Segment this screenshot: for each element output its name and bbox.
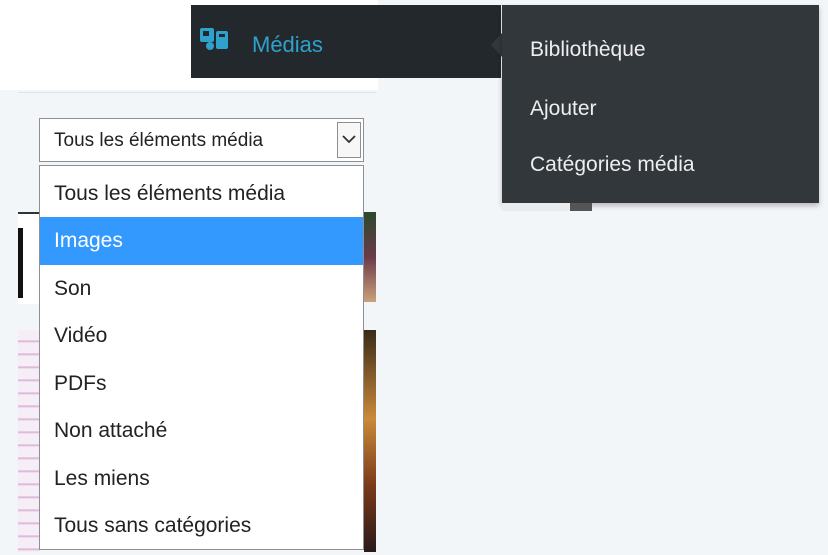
option-audio[interactable]: Son — [40, 265, 363, 313]
option-mine[interactable]: Les miens — [40, 455, 363, 503]
chevron-down-icon — [342, 135, 356, 144]
submenu-item-add[interactable]: Ajouter — [530, 97, 597, 121]
submenu-item-media-categories[interactable]: Catégories média — [530, 153, 695, 177]
media-thumbnail[interactable] — [18, 228, 23, 298]
option-uncategorized[interactable]: Tous sans catégories — [40, 502, 363, 550]
media-thumbnail[interactable] — [364, 212, 376, 302]
admin-submenu: Bibliothèque Ajouter Catégories média — [502, 5, 819, 203]
option-all-media[interactable]: Tous les éléments média — [40, 170, 363, 218]
select-dropdown-button[interactable] — [337, 122, 361, 158]
option-unattached[interactable]: Non attaché — [40, 407, 363, 455]
submenu-item-library[interactable]: Bibliothèque — [530, 38, 646, 62]
media-icon — [200, 27, 230, 51]
media-thumbnail[interactable] — [364, 330, 376, 552]
option-video[interactable]: Vidéo — [40, 312, 363, 360]
option-images[interactable]: Images — [40, 217, 363, 265]
media-thumbnail[interactable] — [18, 330, 40, 552]
admin-menu-item-media[interactable]: Médias — [191, 5, 501, 78]
page-background-strip — [570, 203, 592, 211]
select-current-value: Tous les éléments média — [54, 130, 264, 151]
media-type-options-list: Tous les éléments média Images Son Vidéo… — [39, 165, 364, 550]
option-pdfs[interactable]: PDFs — [40, 360, 363, 408]
divider — [18, 92, 376, 93]
media-type-filter-select[interactable]: Tous les éléments média — [39, 118, 364, 162]
admin-menu-label: Médias — [252, 32, 323, 57]
